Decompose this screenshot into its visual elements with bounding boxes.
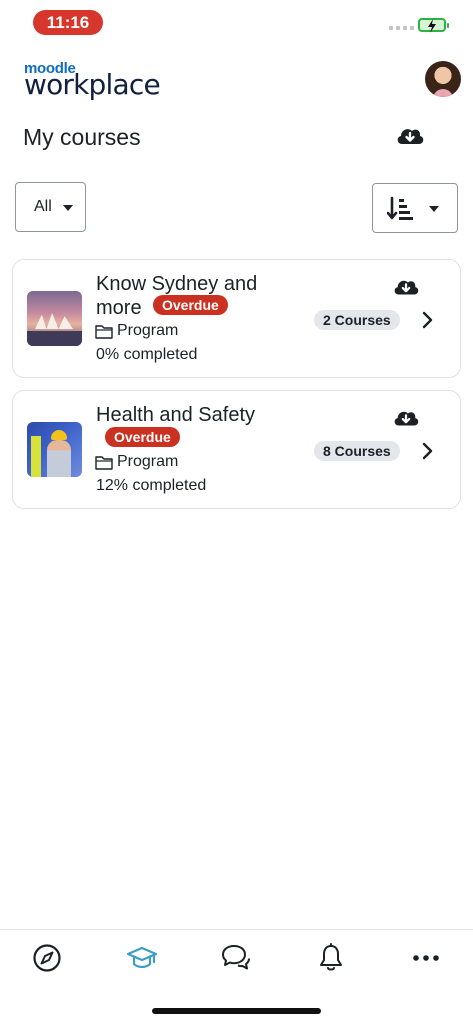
course-progress: 0% completed [96, 346, 198, 363]
course-type: Program [95, 453, 178, 471]
status-time: 11:16 [33, 10, 103, 35]
filter-select[interactable]: All [15, 182, 86, 232]
course-count-badge: 8 Courses [314, 441, 400, 461]
course-image-sydney [27, 291, 82, 346]
course-type-label: Program [117, 453, 179, 470]
download-course-icon[interactable] [391, 276, 421, 300]
tab-messages[interactable] [218, 940, 254, 976]
chevron-down-icon [63, 205, 73, 211]
moodle-workplace-logo: moodle workplace [24, 60, 164, 101]
overdue-badge: Overdue [153, 295, 228, 315]
tab-notifications[interactable] [313, 940, 349, 976]
more-dots-icon [413, 955, 439, 961]
tab-explore[interactable] [29, 940, 65, 976]
course-image-health [27, 422, 82, 477]
sort-button[interactable] [372, 183, 458, 233]
chevron-right-icon[interactable] [420, 441, 434, 461]
course-card[interactable]: Health and Safety Overdue Program 12% co… [12, 390, 461, 509]
course-title: Health and Safety [96, 404, 255, 426]
tab-my-courses[interactable] [124, 940, 160, 976]
chevron-down-icon [429, 206, 439, 212]
folder-icon [95, 324, 113, 339]
filter-select-value: All [34, 198, 52, 215]
sort-icon [387, 196, 413, 220]
course-title-line2: more [96, 297, 142, 319]
status-bar: 11:16 [0, 0, 473, 44]
course-progress: 12% completed [96, 477, 207, 494]
page-title: My courses [23, 124, 141, 150]
bell-icon [320, 943, 342, 971]
graduation-cap-icon [126, 946, 158, 969]
course-type-label: Program [117, 322, 179, 339]
overdue-badge: Overdue [105, 427, 180, 447]
home-indicator [152, 1008, 321, 1014]
signal-icon [389, 26, 414, 30]
download-course-icon[interactable] [391, 407, 421, 431]
course-type: Program [95, 322, 178, 340]
course-count-badge: 2 Courses [314, 310, 400, 330]
chat-bubbles-icon [222, 945, 250, 970]
user-avatar[interactable] [425, 61, 461, 97]
battery-charging-icon [418, 18, 449, 33]
compass-icon [33, 944, 61, 972]
download-all-icon[interactable] [395, 124, 425, 150]
chevron-right-icon[interactable] [420, 310, 434, 330]
course-card[interactable]: Know Sydney and more Overdue Program 0% … [12, 259, 461, 378]
tab-more[interactable] [408, 940, 444, 976]
course-title: Know Sydney and [96, 273, 258, 295]
folder-icon [95, 455, 113, 470]
logo-big-text: workplace [24, 68, 161, 101]
